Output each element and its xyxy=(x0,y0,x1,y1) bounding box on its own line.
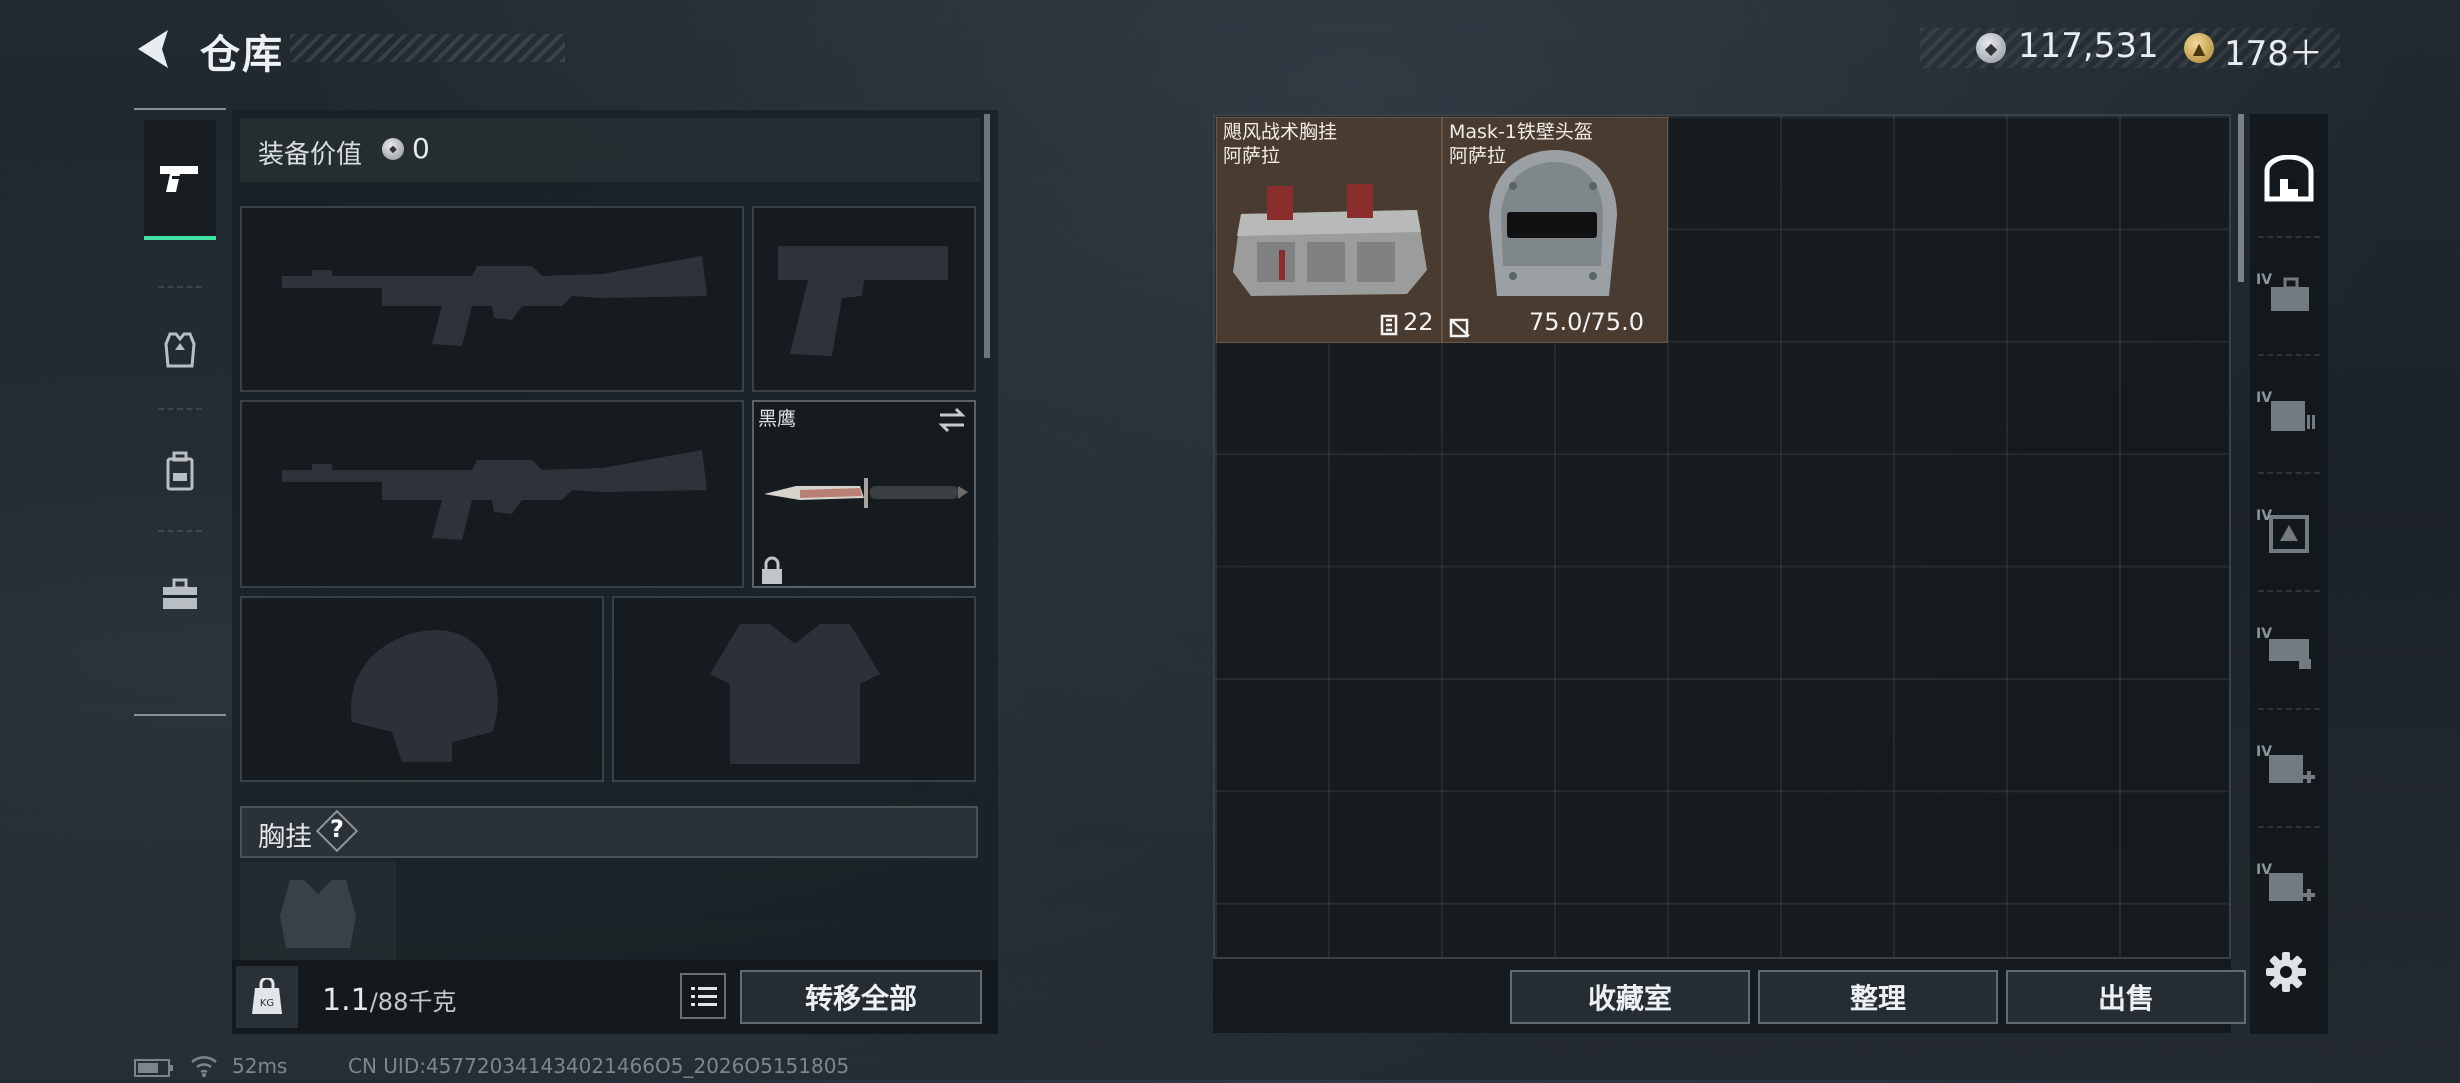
organize-button[interactable]: 整理 xyxy=(1758,970,1998,1024)
tier-label: IV xyxy=(2256,508,2273,524)
warehouse-icon xyxy=(2264,155,2314,202)
secondary-weapon-slot[interactable] xyxy=(240,400,744,588)
title-stripe xyxy=(290,34,565,62)
tab-weapons[interactable] xyxy=(144,120,216,240)
chest-rig-label: 胸挂 xyxy=(258,822,312,853)
chest-rig-silhouette-icon xyxy=(280,880,356,948)
equipment-scrollbar[interactable] xyxy=(984,114,990,358)
carry-weight-current: 1.1 xyxy=(322,983,370,1018)
transfer-all-button[interactable]: 转移全部 xyxy=(740,970,982,1024)
tier-label: IV xyxy=(2256,626,2273,642)
gold-balance[interactable]: 178＋ xyxy=(2224,26,2323,75)
tier-label: IV xyxy=(2256,390,2273,406)
body-armor-slot[interactable] xyxy=(612,596,976,782)
capacity-icon xyxy=(1380,314,1398,336)
pistol-icon xyxy=(160,166,198,192)
category-iv-4[interactable]: IV xyxy=(2252,616,2326,686)
user-uid: CN UID:457720341434021466O5_2026O5151805 xyxy=(348,1054,850,1078)
backpack-icon xyxy=(166,451,194,491)
silver-coin-icon: ◆ xyxy=(1976,33,2006,63)
list-icon xyxy=(691,987,717,1006)
gear-icon xyxy=(2266,952,2306,992)
svg-text:KG: KG xyxy=(260,998,274,1009)
settings-button[interactable] xyxy=(2264,950,2308,994)
helmet-silhouette-icon xyxy=(351,630,498,762)
tab-backpack[interactable] xyxy=(144,412,216,532)
durability-icon xyxy=(1449,318,1470,338)
back-arrow-icon xyxy=(138,30,168,68)
equipment-value-label: 装备价值 xyxy=(258,140,363,170)
back-button[interactable] xyxy=(130,24,180,74)
tier-label: IV xyxy=(2256,272,2273,288)
category-iv-2[interactable]: IV xyxy=(2252,380,2326,450)
item-map: 阿萨拉 xyxy=(1223,145,1281,167)
lock-icon xyxy=(760,556,784,586)
category-tabs xyxy=(134,108,226,716)
collection-room-button[interactable]: 收藏室 xyxy=(1510,970,1750,1024)
chest-rig-slot[interactable] xyxy=(240,862,396,960)
armor-vest-icon xyxy=(164,332,196,368)
item-name-block: 飓风战术胸挂 阿萨拉 xyxy=(1223,120,1337,168)
tab-armor[interactable] xyxy=(144,290,216,410)
item-name: 飓风战术胸挂 xyxy=(1223,121,1338,143)
battery-icon xyxy=(134,1058,174,1083)
primary-weapon-slot[interactable] xyxy=(240,206,744,392)
chest-rig-bag-icon xyxy=(1233,184,1427,296)
tier-label: IV xyxy=(2256,862,2273,878)
sidearm-slot[interactable] xyxy=(752,206,976,392)
tier-label: IV xyxy=(2256,744,2273,760)
storage-scrollbar[interactable] xyxy=(2238,114,2244,282)
silver-balance: 117,531 xyxy=(2018,26,2159,66)
item-name: Mask-1铁壁头盔 xyxy=(1449,121,1593,143)
category-iv-5[interactable]: IV xyxy=(2252,734,2326,804)
melee-item-name: 黑鹰 xyxy=(758,408,797,430)
toolbox-icon xyxy=(163,578,197,609)
tab-toolbox[interactable] xyxy=(144,534,216,654)
mask-helmet-icon xyxy=(1489,150,1617,296)
category-iv-3[interactable]: IV xyxy=(2252,498,2326,568)
carry-weight-max: /88千克 xyxy=(369,988,457,1016)
list-view-button[interactable] xyxy=(680,973,726,1019)
helmet-slot[interactable] xyxy=(240,596,604,782)
page-title: 仓库 xyxy=(200,32,284,78)
category-all[interactable] xyxy=(2252,144,2326,214)
item-capacity: 22 xyxy=(1403,308,1434,336)
wifi-icon xyxy=(190,1054,218,1083)
category-iv-6[interactable]: IV xyxy=(2252,852,2326,922)
knife-icon xyxy=(764,478,968,508)
weight-indicator: KG xyxy=(236,966,298,1028)
storage-item-chest-rig[interactable]: 飓风战术胸挂 阿萨拉 22 xyxy=(1216,117,1442,343)
weight-icon: KG xyxy=(252,978,282,1014)
ping-readout: 52ms xyxy=(232,1054,288,1078)
category-iv-1[interactable]: IV xyxy=(2252,262,2326,332)
equipment-value: 0 xyxy=(412,132,430,165)
rifle-silhouette-icon xyxy=(282,450,707,540)
swap-icon[interactable] xyxy=(936,406,968,434)
storage-item-helmet[interactable]: Mask-1铁壁头盔 阿萨拉 75.0/75.0 xyxy=(1442,117,1668,343)
item-durability: 75.0/75.0 xyxy=(1529,308,1644,336)
silver-coin-icon: ◆ xyxy=(382,138,404,160)
rifle-silhouette-icon xyxy=(282,256,707,346)
help-icon: ? xyxy=(330,815,344,843)
carry-weight: 1.1/88千克 xyxy=(322,982,456,1018)
sell-button[interactable]: 出售 xyxy=(2006,970,2246,1024)
vest-silhouette-icon xyxy=(710,624,880,764)
pistol-silhouette-icon xyxy=(778,246,948,356)
gold-coin-icon: ▲ xyxy=(2184,33,2214,63)
